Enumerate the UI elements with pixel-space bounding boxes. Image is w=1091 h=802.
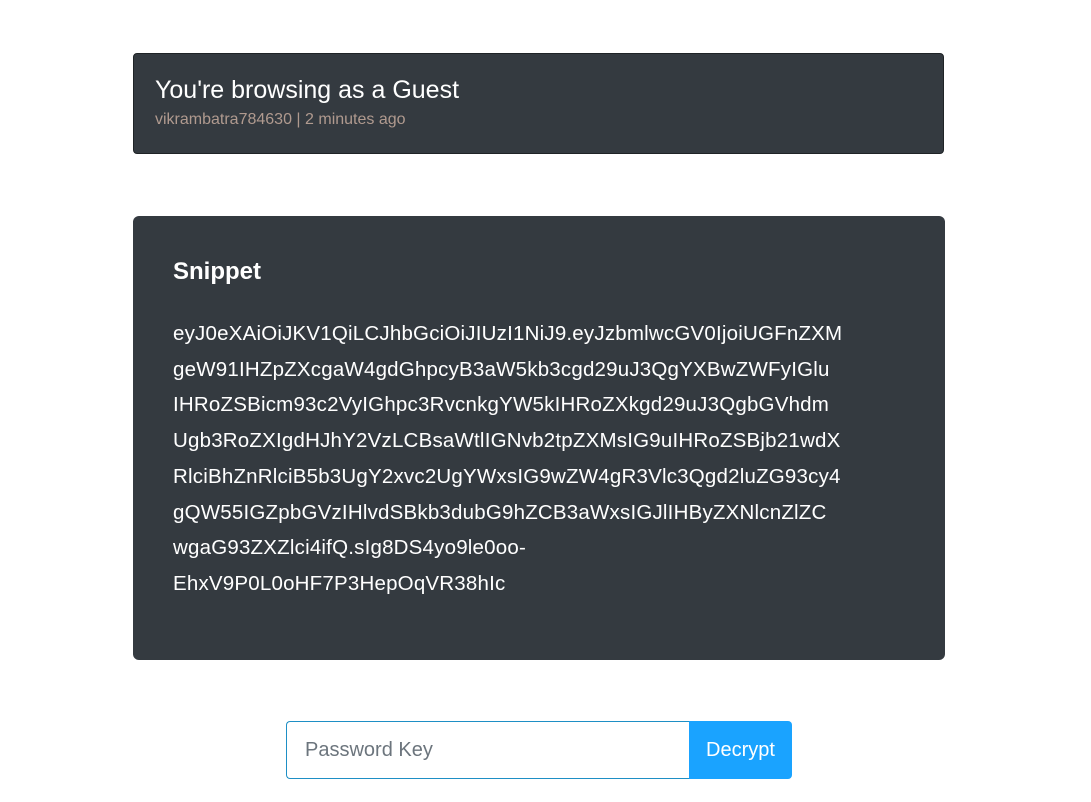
timestamp: 2 minutes ago xyxy=(305,111,406,128)
password-key-input[interactable] xyxy=(286,721,689,779)
snippet-line: gQW55IGZpbGVzIHlvdSBkb3dubG9hZCB3aWxsIGJ… xyxy=(173,500,827,524)
snippet-card: Snippet eyJ0eXAiOiJKV1QiLCJhbGciOiJIUzI1… xyxy=(133,216,945,660)
snippet-content: eyJ0eXAiOiJKV1QiLCJhbGciOiJIUzI1NiJ9.eyJ… xyxy=(173,316,913,602)
guest-status-meta: vikrambatra784630 | 2 minutes ago xyxy=(155,110,406,130)
snippet-line: IHRoZSBicm93c2VyIGhpc3RvcnkgYW5kIHRoZXkg… xyxy=(173,393,830,417)
snippet-line: Ugb3RoZXIgdHJhY2VzLCBsaWtlIGNvb2tpZXMsIG… xyxy=(173,429,841,453)
guest-status-card: You're browsing as a Guest vikrambatra78… xyxy=(133,53,944,154)
decrypt-form: Decrypt xyxy=(286,721,792,779)
snippet-line: wgaG93ZXZlci4ifQ.sIg8DS4yo9le0oo- xyxy=(173,536,526,560)
snippet-line: RlciBhZnRlciB5b3UgY2xvc2UgYWxsIG9wZW4gR3… xyxy=(173,464,841,488)
snippet-line: geW91IHZpZXcgaW4gdGhpcyB3aW5kb3cgd29uJ3Q… xyxy=(173,357,830,381)
guest-status-title: You're browsing as a Guest xyxy=(155,76,460,104)
meta-separator: | xyxy=(296,111,301,128)
snippet-heading: Snippet xyxy=(173,258,261,285)
username: vikrambatra784630 xyxy=(155,111,292,128)
decrypt-button[interactable]: Decrypt xyxy=(689,721,792,779)
snippet-line: eyJ0eXAiOiJKV1QiLCJhbGciOiJIUzI1NiJ9.eyJ… xyxy=(173,322,843,345)
snippet-line: EhxV9P0L0oHF7P3HepOqVR38hIc xyxy=(173,571,506,595)
